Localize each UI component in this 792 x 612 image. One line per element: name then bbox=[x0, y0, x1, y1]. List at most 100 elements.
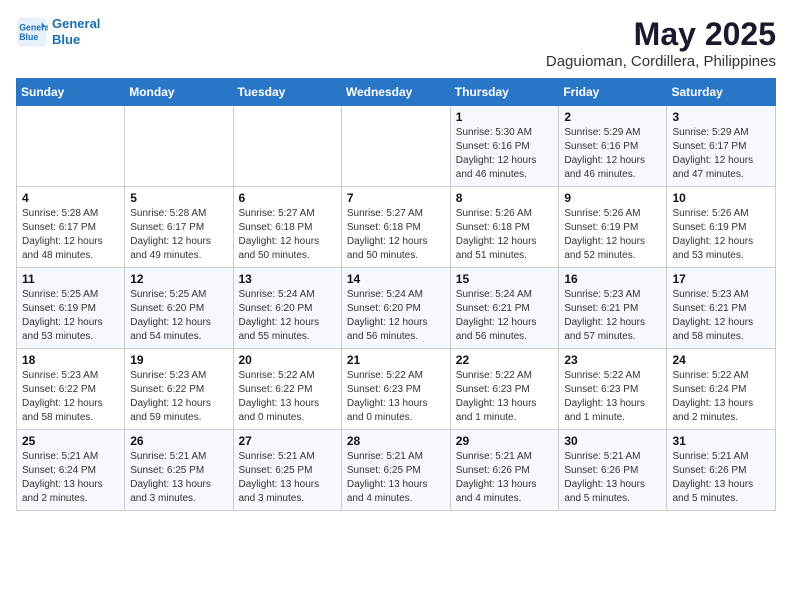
day-info: Sunrise: 5:23 AM Sunset: 6:22 PM Dayligh… bbox=[22, 369, 119, 425]
day-info: Sunrise: 5:29 AM Sunset: 6:16 PM Dayligh… bbox=[564, 126, 661, 182]
weekday-header-friday: Friday bbox=[559, 79, 667, 106]
logo-line1: General bbox=[52, 16, 100, 31]
calendar-cell: 30 Sunrise: 5:21 AM Sunset: 6:26 PM Dayli… bbox=[559, 430, 667, 511]
day-number: 1 bbox=[456, 110, 554, 124]
calendar-week-5: 25 Sunrise: 5:21 AM Sunset: 6:24 PM Dayli… bbox=[17, 430, 776, 511]
day-info: Sunrise: 5:28 AM Sunset: 6:17 PM Dayligh… bbox=[130, 207, 227, 263]
day-info: Sunrise: 5:21 AM Sunset: 6:25 PM Dayligh… bbox=[130, 450, 227, 506]
day-number: 3 bbox=[672, 110, 770, 124]
day-info: Sunrise: 5:22 AM Sunset: 6:23 PM Dayligh… bbox=[564, 369, 661, 425]
day-number: 26 bbox=[130, 434, 227, 448]
calendar-week-1: 1 Sunrise: 5:30 AM Sunset: 6:16 PM Daylig… bbox=[17, 106, 776, 187]
calendar-week-3: 11 Sunrise: 5:25 AM Sunset: 6:19 PM Dayli… bbox=[17, 268, 776, 349]
day-number: 13 bbox=[239, 272, 336, 286]
day-number: 20 bbox=[239, 353, 336, 367]
day-number: 22 bbox=[456, 353, 554, 367]
day-info: Sunrise: 5:25 AM Sunset: 6:20 PM Dayligh… bbox=[130, 288, 227, 344]
day-number: 17 bbox=[672, 272, 770, 286]
day-number: 10 bbox=[672, 191, 770, 205]
day-number: 27 bbox=[239, 434, 336, 448]
logo-line2: Blue bbox=[52, 32, 80, 47]
day-info: Sunrise: 5:22 AM Sunset: 6:23 PM Dayligh… bbox=[347, 369, 445, 425]
day-info: Sunrise: 5:22 AM Sunset: 6:23 PM Dayligh… bbox=[456, 369, 554, 425]
day-number: 14 bbox=[347, 272, 445, 286]
day-info: Sunrise: 5:27 AM Sunset: 6:18 PM Dayligh… bbox=[347, 207, 445, 263]
day-info: Sunrise: 5:24 AM Sunset: 6:20 PM Dayligh… bbox=[239, 288, 336, 344]
day-info: Sunrise: 5:21 AM Sunset: 6:25 PM Dayligh… bbox=[347, 450, 445, 506]
day-info: Sunrise: 5:26 AM Sunset: 6:19 PM Dayligh… bbox=[672, 207, 770, 263]
calendar-cell: 21Sunrise: 5:22 AM Sunset: 6:23 PM Dayli… bbox=[341, 349, 450, 430]
day-info: Sunrise: 5:26 AM Sunset: 6:18 PM Dayligh… bbox=[456, 207, 554, 263]
calendar-cell: 23 Sunrise: 5:22 AM Sunset: 6:23 PM Dayli… bbox=[559, 349, 667, 430]
calendar-cell: 7 Sunrise: 5:27 AM Sunset: 6:18 PM Daylig… bbox=[341, 187, 450, 268]
calendar-cell: 29Sunrise: 5:21 AM Sunset: 6:26 PM Dayli… bbox=[450, 430, 559, 511]
calendar-cell: 26 Sunrise: 5:21 AM Sunset: 6:25 PM Dayli… bbox=[125, 430, 233, 511]
day-info: Sunrise: 5:23 AM Sunset: 6:21 PM Dayligh… bbox=[672, 288, 770, 344]
calendar-cell: 15 Sunrise: 5:24 AM Sunset: 6:21 PM Dayli… bbox=[450, 268, 559, 349]
calendar-cell: 20 Sunrise: 5:22 AM Sunset: 6:22 PM Dayli… bbox=[233, 349, 341, 430]
calendar-cell: 8 Sunrise: 5:26 AM Sunset: 6:18 PM Daylig… bbox=[450, 187, 559, 268]
day-number: 9 bbox=[564, 191, 661, 205]
day-number: 4 bbox=[22, 191, 119, 205]
calendar-cell: 4Sunrise: 5:28 AM Sunset: 6:17 PM Daylig… bbox=[17, 187, 125, 268]
location-title: Daguioman, Cordillera, Philippines bbox=[546, 53, 776, 70]
page-header: General Blue General Blue May 2025 Dagui… bbox=[16, 16, 776, 70]
weekday-header-sunday: Sunday bbox=[17, 79, 125, 106]
day-number: 12 bbox=[130, 272, 227, 286]
calendar-cell bbox=[233, 106, 341, 187]
logo-text: General Blue bbox=[52, 16, 100, 47]
day-number: 16 bbox=[564, 272, 661, 286]
calendar-cell: 16Sunrise: 5:23 AM Sunset: 6:21 PM Dayli… bbox=[559, 268, 667, 349]
day-info: Sunrise: 5:27 AM Sunset: 6:18 PM Dayligh… bbox=[239, 207, 336, 263]
day-number: 30 bbox=[564, 434, 661, 448]
calendar-cell: 13 Sunrise: 5:24 AM Sunset: 6:20 PM Dayli… bbox=[233, 268, 341, 349]
calendar-cell: 5 Sunrise: 5:28 AM Sunset: 6:17 PM Daylig… bbox=[125, 187, 233, 268]
logo-icon: General Blue bbox=[16, 16, 48, 48]
weekday-header-thursday: Thursday bbox=[450, 79, 559, 106]
calendar-cell: 19 Sunrise: 5:23 AM Sunset: 6:22 PM Dayli… bbox=[125, 349, 233, 430]
day-number: 25 bbox=[22, 434, 119, 448]
day-info: Sunrise: 5:22 AM Sunset: 6:24 PM Dayligh… bbox=[672, 369, 770, 425]
calendar-cell bbox=[17, 106, 125, 187]
day-info: Sunrise: 5:21 AM Sunset: 6:25 PM Dayligh… bbox=[239, 450, 336, 506]
day-number: 7 bbox=[347, 191, 445, 205]
calendar-cell: 28Sunrise: 5:21 AM Sunset: 6:25 PM Dayli… bbox=[341, 430, 450, 511]
day-info: Sunrise: 5:29 AM Sunset: 6:17 PM Dayligh… bbox=[672, 126, 770, 182]
calendar-table: SundayMondayTuesdayWednesdayThursdayFrid… bbox=[16, 78, 776, 511]
day-number: 5 bbox=[130, 191, 227, 205]
calendar-cell: 22 Sunrise: 5:22 AM Sunset: 6:23 PM Dayli… bbox=[450, 349, 559, 430]
day-info: Sunrise: 5:30 AM Sunset: 6:16 PM Dayligh… bbox=[456, 126, 554, 182]
day-info: Sunrise: 5:21 AM Sunset: 6:26 PM Dayligh… bbox=[672, 450, 770, 506]
day-info: Sunrise: 5:24 AM Sunset: 6:20 PM Dayligh… bbox=[347, 288, 445, 344]
calendar-cell: 31 Sunrise: 5:21 AM Sunset: 6:26 PM Dayli… bbox=[667, 430, 776, 511]
svg-text:General: General bbox=[19, 22, 48, 32]
calendar-cell: 24Sunrise: 5:22 AM Sunset: 6:24 PM Dayli… bbox=[667, 349, 776, 430]
day-number: 19 bbox=[130, 353, 227, 367]
calendar-cell: 27 Sunrise: 5:21 AM Sunset: 6:25 PM Dayli… bbox=[233, 430, 341, 511]
day-info: Sunrise: 5:22 AM Sunset: 6:22 PM Dayligh… bbox=[239, 369, 336, 425]
calendar-cell: 10 Sunrise: 5:26 AM Sunset: 6:19 PM Dayli… bbox=[667, 187, 776, 268]
day-info: Sunrise: 5:23 AM Sunset: 6:22 PM Dayligh… bbox=[130, 369, 227, 425]
calendar-cell bbox=[125, 106, 233, 187]
calendar-cell bbox=[341, 106, 450, 187]
month-title: May 2025 bbox=[546, 16, 776, 53]
day-number: 29 bbox=[456, 434, 554, 448]
day-info: Sunrise: 5:21 AM Sunset: 6:24 PM Dayligh… bbox=[22, 450, 119, 506]
calendar-cell: 9Sunrise: 5:26 AM Sunset: 6:19 PM Daylig… bbox=[559, 187, 667, 268]
calendar-cell: 17 Sunrise: 5:23 AM Sunset: 6:21 PM Dayli… bbox=[667, 268, 776, 349]
day-info: Sunrise: 5:25 AM Sunset: 6:19 PM Dayligh… bbox=[22, 288, 119, 344]
logo: General Blue General Blue bbox=[16, 16, 100, 48]
calendar-cell: 3 Sunrise: 5:29 AM Sunset: 6:17 PM Daylig… bbox=[667, 106, 776, 187]
day-number: 8 bbox=[456, 191, 554, 205]
weekday-header-wednesday: Wednesday bbox=[341, 79, 450, 106]
title-area: May 2025 Daguioman, Cordillera, Philippi… bbox=[546, 16, 776, 70]
calendar-cell: 2Sunrise: 5:29 AM Sunset: 6:16 PM Daylig… bbox=[559, 106, 667, 187]
day-number: 11 bbox=[22, 272, 119, 286]
day-info: Sunrise: 5:24 AM Sunset: 6:21 PM Dayligh… bbox=[456, 288, 554, 344]
calendar-cell: 18Sunrise: 5:23 AM Sunset: 6:22 PM Dayli… bbox=[17, 349, 125, 430]
day-number: 15 bbox=[456, 272, 554, 286]
weekday-header-monday: Monday bbox=[125, 79, 233, 106]
day-number: 31 bbox=[672, 434, 770, 448]
day-info: Sunrise: 5:21 AM Sunset: 6:26 PM Dayligh… bbox=[564, 450, 661, 506]
day-number: 23 bbox=[564, 353, 661, 367]
